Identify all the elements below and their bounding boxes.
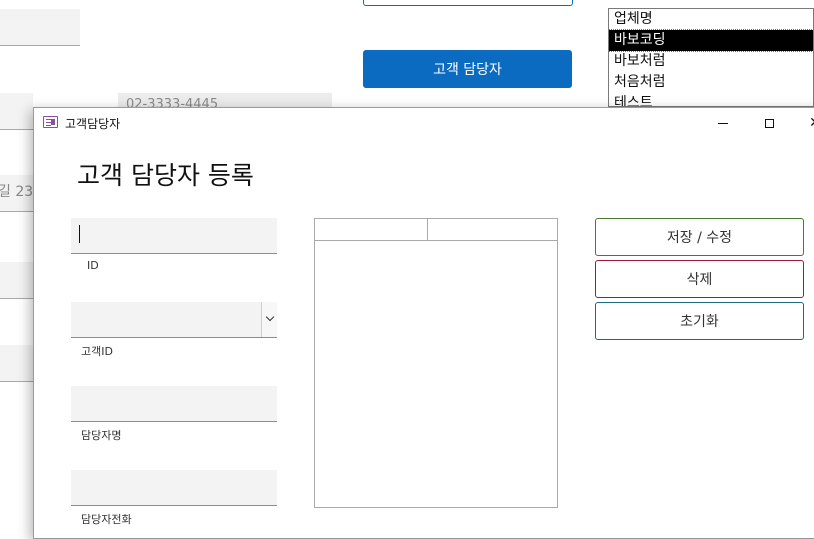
customer-id-input[interactable] — [71, 302, 277, 337]
manager-listbox[interactable] — [314, 218, 558, 508]
form-heading: 고객 담당자 등록 — [77, 161, 254, 190]
save-button[interactable]: 저장 / 수정 — [595, 218, 804, 256]
id-input[interactable] — [71, 218, 277, 253]
window-title: 고객담당자 — [65, 117, 121, 131]
maximize-button[interactable] — [746, 108, 792, 138]
minimize-icon — [718, 122, 728, 124]
company-list-item[interactable]: 바보처럼 — [609, 51, 813, 72]
bg-phone-text: 02-3333-4445 — [126, 97, 219, 107]
bg-address-text: 길 23 — [0, 184, 33, 200]
customer-manager-button[interactable]: 고객 담당자 — [363, 50, 572, 88]
bg-input-5[interactable] — [0, 345, 33, 382]
manager-phone-label: 담당자전화 — [81, 513, 132, 526]
company-listbox[interactable]: 업체명 바보코딩 바보처럼 처음처럼 테스트 — [608, 8, 814, 107]
delete-button[interactable]: 삭제 — [595, 260, 804, 298]
company-list-item[interactable]: 업체명 — [609, 9, 813, 30]
maximize-icon — [764, 118, 774, 128]
company-list-item[interactable]: 테스트 — [609, 93, 813, 106]
id-field[interactable] — [71, 218, 277, 254]
bg-address-field[interactable]: 길 23 — [0, 175, 33, 212]
bg-input-1[interactable] — [0, 9, 80, 46]
id-label: ID — [87, 259, 99, 272]
minimize-button[interactable] — [700, 108, 746, 138]
form-icon — [43, 116, 58, 128]
bg-phone-field[interactable]: 02-3333-4445 — [118, 93, 332, 107]
manager-name-label: 담당자명 — [81, 429, 122, 442]
bg-input-2[interactable] — [0, 93, 33, 130]
dropdown-button[interactable] — [261, 302, 277, 337]
text-caret — [79, 225, 80, 243]
title-bar[interactable]: 고객담당자 ✕ — [34, 108, 814, 138]
manager-phone-input[interactable] — [71, 470, 277, 505]
company-list-item[interactable]: 처음처럼 — [609, 72, 813, 93]
column-divider[interactable] — [427, 219, 428, 240]
customer-id-label: 고객ID — [81, 345, 113, 358]
close-icon: ✕ — [809, 115, 814, 131]
manager-name-field[interactable] — [71, 386, 277, 422]
bg-input-4[interactable] — [0, 262, 33, 299]
bg-top-button[interactable] — [363, 0, 573, 6]
manager-phone-field[interactable] — [71, 470, 277, 506]
manager-name-input[interactable] — [71, 386, 277, 421]
close-button[interactable]: ✕ — [792, 108, 814, 138]
customer-manager-window: 고객담당자 ✕ 고객 담당자 등록 ID 고객ID 담당자명 담당자전화 저장 … — [33, 107, 814, 539]
company-list-item-selected[interactable]: 바보코딩 — [609, 29, 813, 52]
chevron-down-icon — [265, 312, 274, 322]
customer-id-combobox[interactable] — [71, 302, 277, 338]
listbox-header — [315, 219, 557, 241]
reset-button[interactable]: 초기화 — [595, 302, 804, 340]
